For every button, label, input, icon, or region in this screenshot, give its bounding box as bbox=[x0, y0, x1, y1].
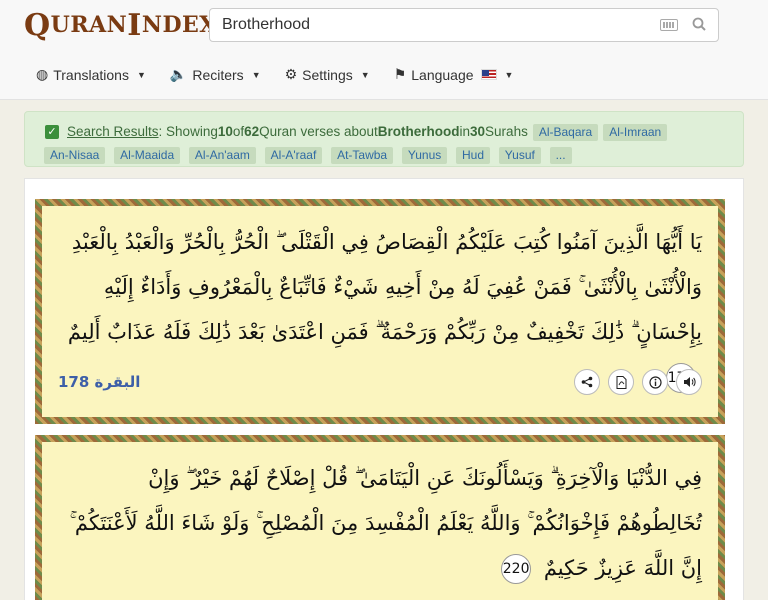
keyboard-icon[interactable] bbox=[660, 19, 678, 31]
speaker-icon: 🔈 bbox=[169, 66, 188, 82]
verse-arabic: فِي الدُّنْيَا وَالْآخِرَةِ ۗ وَيَسْأَلُ… bbox=[69, 466, 702, 580]
results-topic: Brotherhood bbox=[377, 124, 460, 139]
nav-label: Translations bbox=[53, 66, 129, 83]
surah-tag[interactable]: Al-Imraan bbox=[603, 123, 668, 141]
info-icon[interactable] bbox=[642, 369, 668, 395]
header: QURAN INDEX✗ Brotherhood ◍ Translations … bbox=[0, 0, 768, 100]
results-text: Quran verses about bbox=[259, 124, 378, 139]
check-icon: ✓ bbox=[45, 125, 59, 139]
results-text: : Showing bbox=[158, 124, 218, 139]
logo-letter-i: I bbox=[127, 7, 142, 43]
results-shown-count: 10 bbox=[217, 124, 233, 139]
nav-label: Language bbox=[411, 66, 474, 83]
flag-icon: ⚑ bbox=[393, 66, 407, 82]
search-icon[interactable] bbox=[692, 17, 706, 34]
verse-card: يَا أَيُّهَا الَّذِينَ آمَنُوا كُتِبَ عَ… bbox=[35, 199, 725, 424]
verse-number: 220 bbox=[501, 554, 532, 584]
search-box[interactable]: Brotherhood bbox=[209, 8, 719, 42]
verse-text: فِي الدُّنْيَا وَالْآخِرَةِ ۗ وَيَسْأَلُ… bbox=[42, 442, 718, 591]
verse-reference-link[interactable]: البقرة 178 bbox=[58, 373, 140, 391]
surah-tag[interactable]: An-Nisaa bbox=[44, 147, 106, 164]
surah-tag[interactable]: At-Tawba bbox=[331, 147, 394, 164]
us-flag-icon bbox=[480, 69, 497, 80]
results-text: in bbox=[459, 124, 471, 139]
audio-icon[interactable] bbox=[676, 369, 702, 395]
caret-down-icon: ▼ bbox=[251, 69, 261, 80]
search-results-link[interactable]: Search Results bbox=[67, 122, 159, 142]
nav-label: Reciters bbox=[192, 66, 244, 83]
logo-letter-q: Q bbox=[24, 7, 51, 43]
surah-tag[interactable]: Yunus bbox=[401, 147, 448, 164]
verse-card: فِي الدُّنْيَا وَالْآخِرَةِ ۗ وَيَسْأَلُ… bbox=[35, 435, 725, 600]
more-tags[interactable]: ... bbox=[549, 147, 572, 164]
search-input[interactable]: Brotherhood bbox=[222, 16, 660, 34]
surah-tag[interactable]: Hud bbox=[456, 147, 491, 164]
logo-word-ndex: NDEX bbox=[141, 12, 217, 38]
share-icon[interactable] bbox=[574, 369, 600, 395]
caret-down-icon: ▼ bbox=[504, 69, 514, 80]
surah-tag[interactable]: Al-Baqara bbox=[532, 123, 599, 141]
results-total-count: 62 bbox=[244, 124, 260, 139]
results-text: of bbox=[232, 124, 245, 139]
logo-word-uran: URAN bbox=[50, 12, 128, 38]
main-nav: ◍ Translations ▼ 🔈 Reciters ▼ ⚙ Settings… bbox=[36, 66, 513, 83]
gear-icon: ⚙ bbox=[284, 66, 298, 82]
nav-settings[interactable]: ⚙ Settings ▼ bbox=[285, 66, 370, 83]
site-logo[interactable]: QURAN INDEX✗ bbox=[24, 7, 236, 43]
nav-language[interactable]: ⚑ Language ▼ bbox=[394, 66, 514, 83]
nav-label: Settings bbox=[302, 66, 353, 83]
verse-arabic: يَا أَيُّهَا الَّذِينَ آمَنُوا كُتِبَ عَ… bbox=[67, 230, 702, 344]
verse-actions bbox=[574, 369, 702, 395]
surah-tag[interactable]: Al-A'raaf bbox=[264, 147, 323, 164]
verses-panel: يَا أَيُّهَا الَّذِينَ آمَنُوا كُتِبَ عَ… bbox=[24, 178, 744, 600]
nav-reciters[interactable]: 🔈 Reciters ▼ bbox=[170, 66, 261, 83]
verse-footer: البقرة 178 bbox=[42, 369, 718, 397]
nav-translations[interactable]: ◍ Translations ▼ bbox=[36, 66, 146, 83]
surah-tag[interactable]: Yusuf bbox=[498, 147, 541, 164]
caret-down-icon: ▼ bbox=[360, 69, 370, 80]
surah-tag[interactable]: Al-Maaida bbox=[114, 147, 181, 164]
globe-icon: ◍ bbox=[36, 66, 49, 82]
caret-down-icon: ▼ bbox=[136, 69, 146, 80]
surah-tag[interactable]: Al-An'aam bbox=[188, 147, 256, 164]
results-surah-count: 30 bbox=[470, 124, 486, 139]
pdf-icon[interactable] bbox=[608, 369, 634, 395]
results-banner: ✓ Search Results: Showing 10 of 62 Quran… bbox=[24, 111, 744, 167]
results-text: Surahs bbox=[485, 124, 528, 139]
